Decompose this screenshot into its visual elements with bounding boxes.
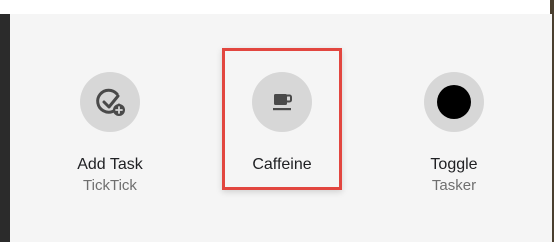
tile-toggle-circle[interactable] (424, 72, 484, 132)
tile-add-task-subtitle: TickTick (83, 177, 137, 194)
tile-toggle-label: Toggle (430, 156, 478, 173)
circle-toggle-icon (437, 85, 471, 119)
tile-add-task[interactable]: Add Task TickTick (50, 72, 170, 195)
tile-add-task-label: Add Task (77, 156, 143, 173)
tile-toggle[interactable]: Toggle Tasker (394, 72, 514, 195)
window-top-edge (0, 0, 554, 14)
tile-toggle-subtitle: Tasker (431, 177, 477, 194)
tile-add-task-circle[interactable] (80, 72, 140, 132)
selection-highlight (222, 48, 342, 190)
check-add-icon (96, 88, 125, 116)
